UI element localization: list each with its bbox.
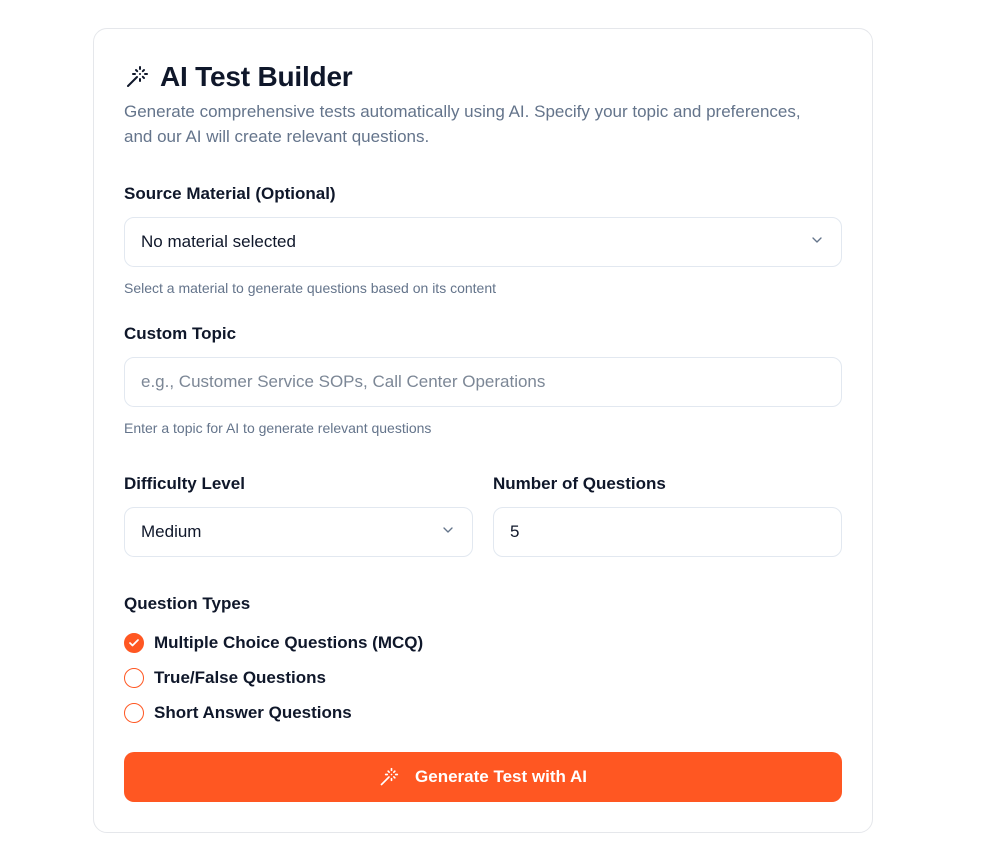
num-questions-label: Number of Questions xyxy=(493,474,666,493)
magic-wand-icon xyxy=(124,64,150,90)
source-material-value: No material selected xyxy=(141,232,296,251)
question-types-label: Question Types xyxy=(124,594,251,613)
custom-topic-label: Custom Topic xyxy=(124,324,237,343)
custom-topic-input[interactable] xyxy=(141,372,825,392)
header: AI Test Builder xyxy=(124,59,842,95)
page-title: AI Test Builder xyxy=(160,61,353,92)
difficulty-value: Medium xyxy=(141,522,202,541)
custom-topic-hint: Enter a topic for AI to generate relevan… xyxy=(124,420,432,436)
num-questions-input[interactable] xyxy=(510,522,825,542)
source-material-select[interactable]: No material selected xyxy=(124,217,842,267)
checkbox-unchecked-icon[interactable] xyxy=(124,703,144,723)
page-subtitle: Generate comprehensive tests automatical… xyxy=(124,102,801,146)
question-type-mcq[interactable]: Multiple Choice Questions (MCQ) xyxy=(124,632,423,654)
magic-wand-icon xyxy=(379,767,399,787)
question-type-label: Multiple Choice Questions (MCQ) xyxy=(154,633,424,652)
generate-test-button[interactable]: Generate Test with AI xyxy=(124,752,842,802)
source-material-hint: Select a material to generate questions … xyxy=(124,280,497,296)
checkbox-unchecked-icon[interactable] xyxy=(124,668,144,688)
chevron-down-icon xyxy=(809,232,825,253)
checkbox-checked-icon[interactable] xyxy=(124,633,144,653)
difficulty-select[interactable]: Medium xyxy=(124,507,473,557)
question-type-true-false[interactable]: True/False Questions xyxy=(124,667,326,689)
question-type-short-answer[interactable]: Short Answer Questions xyxy=(124,702,352,724)
chevron-down-icon xyxy=(440,522,456,543)
difficulty-label: Difficulty Level xyxy=(124,474,245,493)
ai-test-builder-card: AI Test Builder Generate comprehensive t… xyxy=(93,28,873,833)
custom-topic-field xyxy=(124,357,842,407)
source-material-label: Source Material (Optional) xyxy=(124,184,336,203)
question-type-label: Short Answer Questions xyxy=(154,703,352,722)
generate-test-label: Generate Test with AI xyxy=(415,767,587,786)
question-type-label: True/False Questions xyxy=(154,668,326,687)
num-questions-field xyxy=(493,507,842,557)
